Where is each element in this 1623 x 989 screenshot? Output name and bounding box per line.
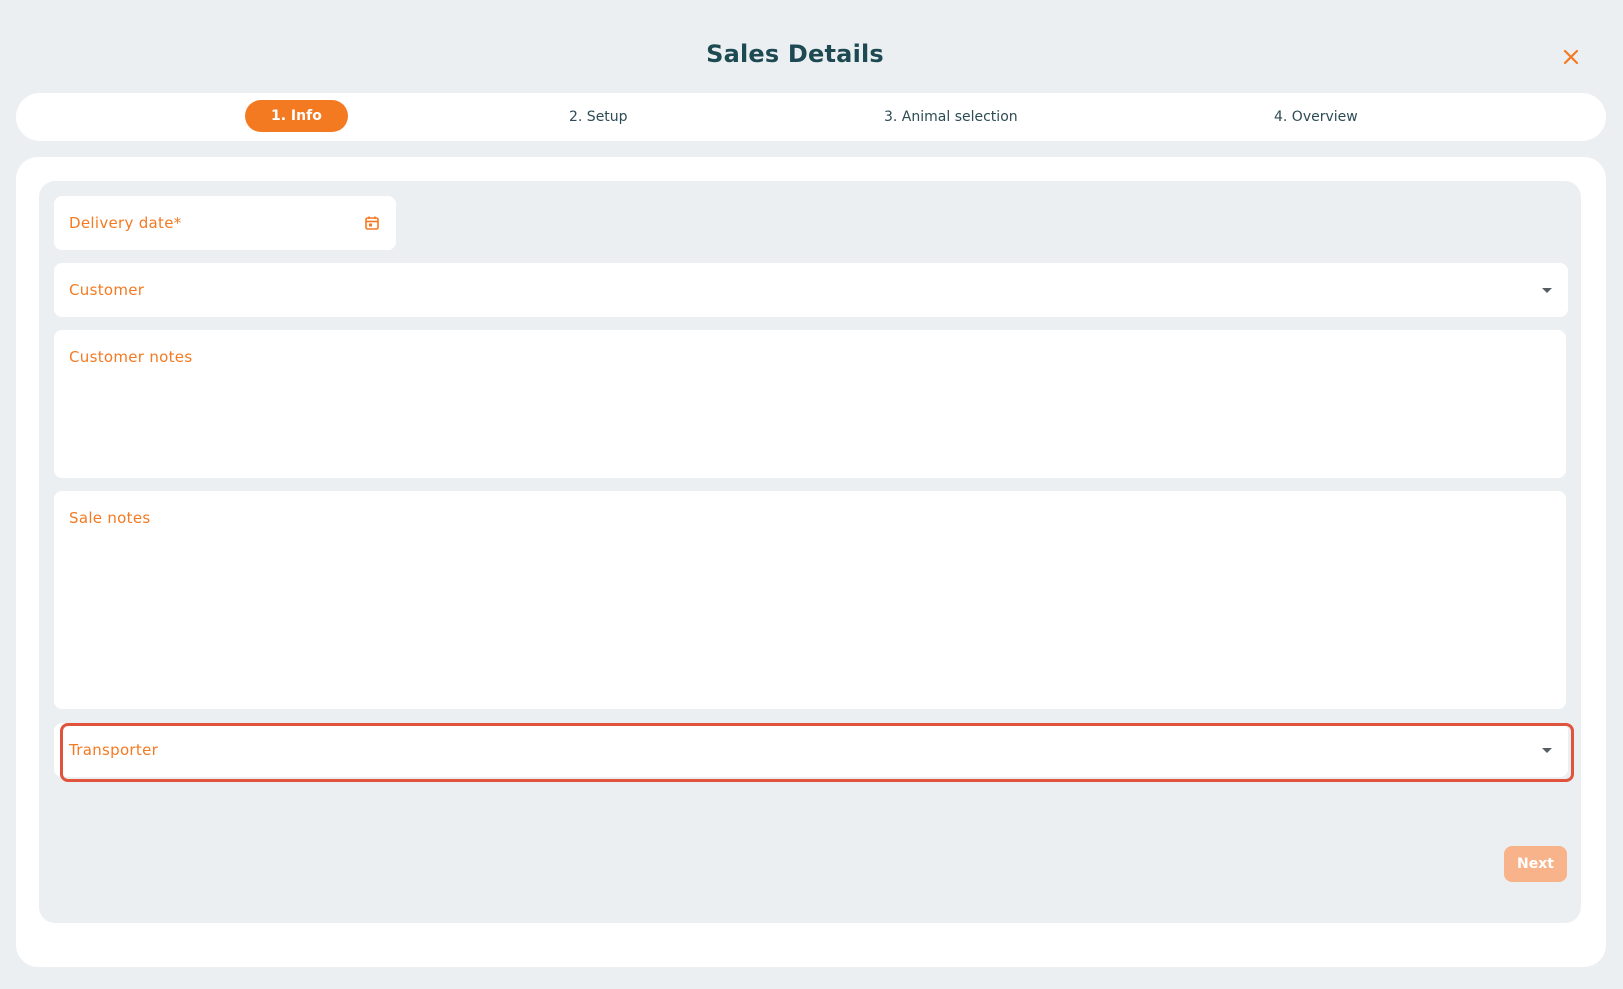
chevron-down-icon[interactable] <box>1537 280 1557 300</box>
customer-label: Customer <box>69 281 145 299</box>
dialog-title: Sales Details <box>706 40 884 68</box>
close-icon <box>1563 49 1579 65</box>
next-button[interactable]: Next <box>1504 846 1567 882</box>
customer-notes-label: Customer notes <box>69 348 193 366</box>
calendar-icon[interactable] <box>362 213 382 233</box>
form-panel: Delivery date* Customer Customer notes S… <box>16 157 1606 967</box>
close-button[interactable] <box>1556 42 1586 72</box>
delivery-date-label: Delivery date* <box>69 214 182 232</box>
stepper: 1. Info 2. Setup 3. Animal selection 4. … <box>16 93 1606 141</box>
step-animal-selection[interactable]: 3. Animal selection <box>884 93 1018 141</box>
customer-select[interactable]: Customer <box>54 263 1568 317</box>
transporter-select[interactable]: Transporter <box>54 723 1568 777</box>
transporter-label: Transporter <box>69 741 159 759</box>
step-setup[interactable]: 2. Setup <box>569 93 628 141</box>
form-body: Delivery date* Customer Customer notes S… <box>39 181 1581 923</box>
step-overview[interactable]: 4. Overview <box>1274 93 1358 141</box>
sale-notes-label: Sale notes <box>69 509 151 527</box>
sale-notes-textarea[interactable]: Sale notes <box>54 491 1566 709</box>
customer-notes-textarea[interactable]: Customer notes <box>54 330 1566 478</box>
step-info[interactable]: 1. Info <box>245 100 348 132</box>
chevron-down-icon[interactable] <box>1537 740 1557 760</box>
delivery-date-field[interactable]: Delivery date* <box>54 196 396 250</box>
sales-details-dialog: Sales Details 1. Info 2. Setup 3. Animal… <box>0 0 1623 989</box>
